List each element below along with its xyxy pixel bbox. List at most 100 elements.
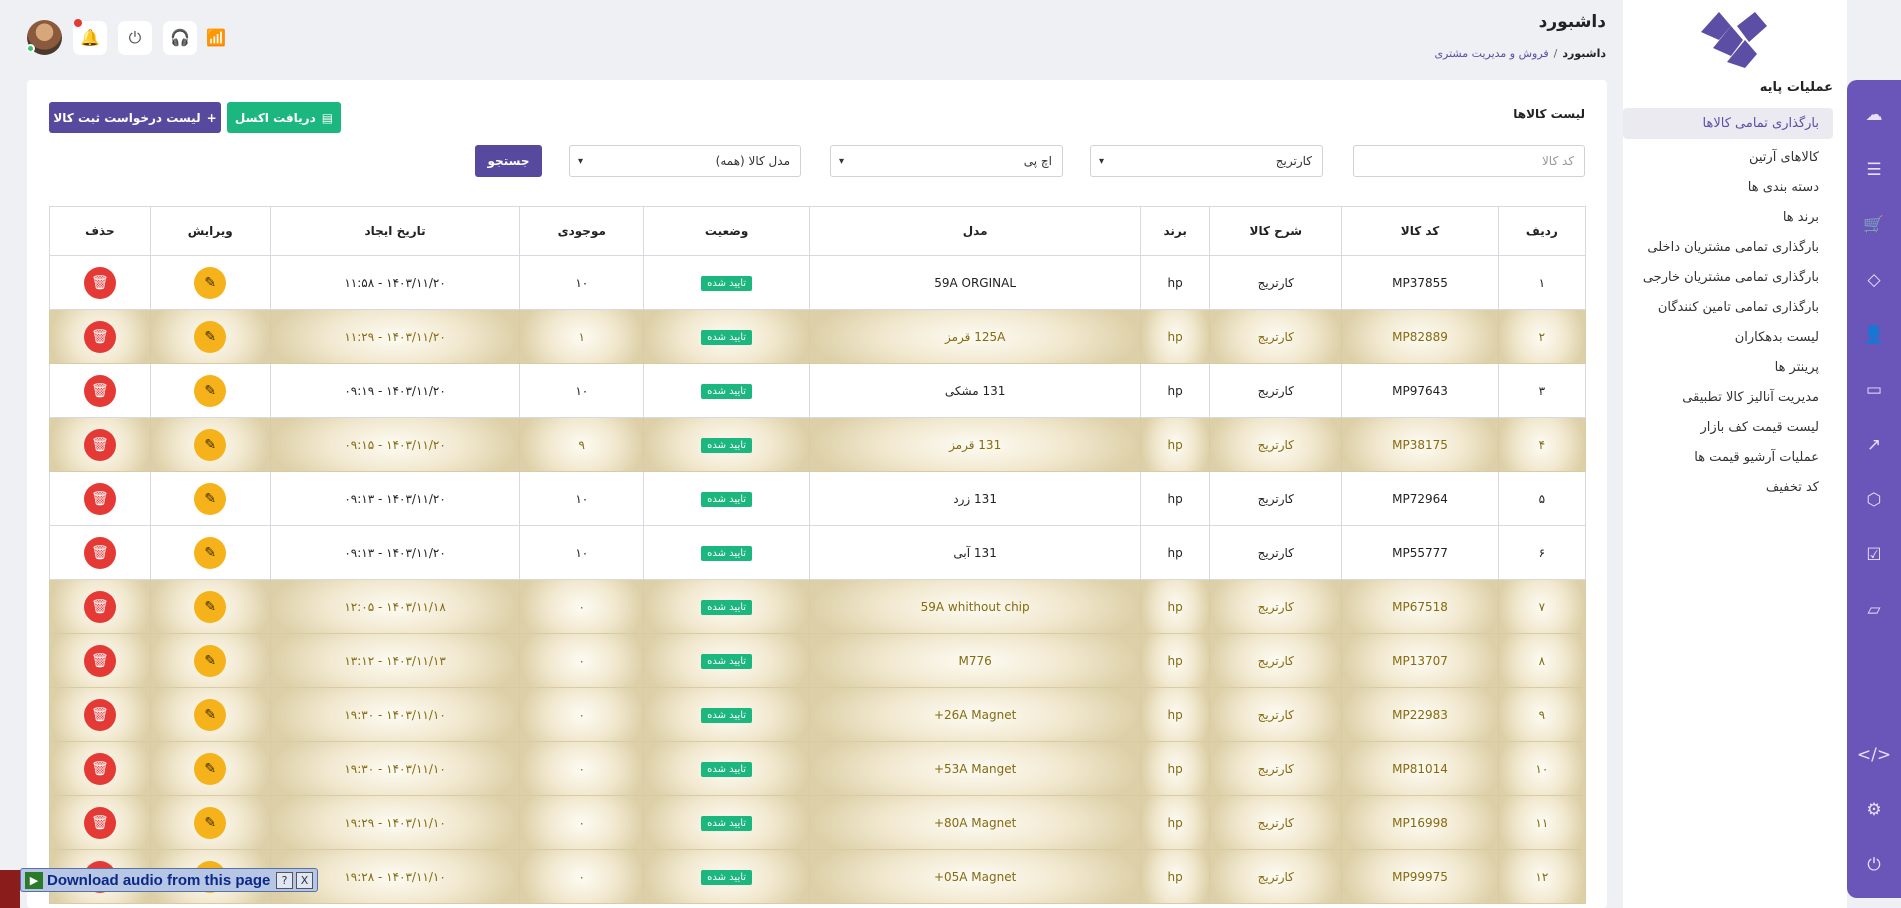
table-row: ۵ MP72964 کارتریج hp 131 زرد تایید شده ۱۰ ۱۴۰۳/… xyxy=(49,471,1587,526)
download-audio-label[interactable]: Download audio from this page xyxy=(47,872,273,889)
cell-status: تایید شده xyxy=(643,471,811,526)
cell-model: 131 قرمز xyxy=(809,417,1142,472)
trash-icon[interactable]: 🗑 xyxy=(83,752,116,785)
settings-icon[interactable]: ⚙ xyxy=(1847,795,1901,825)
edit-icon[interactable]: ✎ xyxy=(194,536,227,569)
cell-status: تایید شده xyxy=(643,795,811,850)
cell-model: 131 آبی xyxy=(809,525,1142,580)
sidebar-item-suppliers[interactable]: بارگذاری تمامی تامین کنندگان xyxy=(1623,297,1833,318)
model-select[interactable]: مدل کالا (همه) ▾ xyxy=(569,145,801,177)
trash-icon[interactable]: 🗑 xyxy=(83,428,116,461)
cell-edit: ✎ xyxy=(149,795,271,850)
status-badge: تایید شده xyxy=(701,761,753,777)
cell-brand: hp xyxy=(1140,849,1211,904)
breadcrumb-parent[interactable]: فروش و مدیریت مشتری xyxy=(1434,47,1548,60)
edit-icon[interactable]: ✎ xyxy=(194,644,227,677)
trash-icon[interactable]: 🗑 xyxy=(83,482,116,515)
sidebar-item-debtors[interactable]: لیست بدهکاران xyxy=(1623,327,1833,348)
excel-export-button[interactable]: دریافت اکسل ▤ xyxy=(227,102,341,133)
search-button[interactable]: جستجو xyxy=(475,145,542,177)
edit-icon[interactable]: ✎ xyxy=(194,374,227,407)
col-header-delete: حذف xyxy=(49,206,151,256)
sidebar-item-foreign-customers[interactable]: بارگذاری تمامی مشتریان خارجی xyxy=(1623,267,1833,288)
user-icon[interactable]: 👤 xyxy=(1847,320,1901,350)
col-header-description: شرح کالا xyxy=(1209,206,1343,256)
edit-icon[interactable]: ✎ xyxy=(194,752,227,785)
cell-row-number: ۸ xyxy=(1497,633,1587,688)
trash-icon[interactable]: 🗑 xyxy=(83,266,116,299)
cell-row-number: ۴ xyxy=(1497,417,1587,472)
trash-icon[interactable]: 🗑 xyxy=(83,644,116,677)
edit-icon[interactable]: ✎ xyxy=(194,482,227,515)
cell-status: تایید شده xyxy=(643,579,811,634)
cube-icon[interactable]: ◇ xyxy=(1847,265,1901,295)
edit-icon[interactable]: ✎ xyxy=(194,590,227,623)
cell-row-number: ۶ xyxy=(1497,525,1587,580)
power-button[interactable]: ⏻ xyxy=(118,20,152,55)
col-header-created-date: تاریخ ایجاد xyxy=(269,206,521,256)
col-header-stock: موجودی xyxy=(519,206,645,256)
product-code-placeholder: کد کالا xyxy=(1541,154,1574,168)
cell-status: تایید شده xyxy=(643,417,811,472)
cell-description: کارتریج xyxy=(1209,687,1343,742)
cart-icon[interactable]: 🛒 xyxy=(1847,210,1901,240)
sidebar-item-domestic-customers[interactable]: بارگذاری تمامی مشتریان داخلی xyxy=(1623,237,1833,258)
sidebar-item-comparative-analysis[interactable]: مدیریت آنالیز کالا تطبیقی xyxy=(1623,387,1833,408)
cell-edit: ✎ xyxy=(149,579,271,634)
help-icon[interactable]: ? xyxy=(276,871,293,889)
edit-icon[interactable]: ✎ xyxy=(194,266,227,299)
table-row: ۲ MP82889 کارتریج hp 125A قرمز تایید شده ۱ ۱۴۰۳… xyxy=(49,309,1587,364)
breadcrumb-current[interactable]: داشبورد xyxy=(1562,47,1606,60)
trash-icon[interactable]: 🗑 xyxy=(83,374,116,407)
power-icon[interactable]: ⏻ xyxy=(1847,850,1901,880)
cell-code: MP82889 xyxy=(1341,309,1499,364)
cell-stock: ۰ xyxy=(519,579,645,634)
cell-model: 125A قرمز xyxy=(809,309,1142,364)
table-row: ۷ MP67518 کارتریج hp 59A whithout chip تایید … xyxy=(49,579,1587,634)
sidebar-item-price-archive[interactable]: عملیات آرشیو قیمت ها xyxy=(1623,447,1833,468)
sidebar-item-printers[interactable]: پرینتر ها xyxy=(1623,357,1833,378)
brand-select[interactable]: اچ پی ▾ xyxy=(830,145,1063,177)
trash-icon[interactable]: 🗑 xyxy=(83,698,116,731)
message-icon[interactable]: ▭ xyxy=(1847,375,1901,405)
folder-icon[interactable]: ▱ xyxy=(1847,595,1901,625)
sidebar-item-brands[interactable]: برند ها xyxy=(1623,207,1833,228)
cell-model: 131 مشکی xyxy=(809,363,1142,418)
product-code-input[interactable]: کد کالا xyxy=(1353,145,1585,177)
external-link-icon[interactable]: ↗ xyxy=(1847,430,1901,460)
list-icon[interactable]: ☰ xyxy=(1847,155,1901,185)
table-row: ۹ MP22983 کارتریج hp 26A Magnet+ تایید شده ۰ ۱۴… xyxy=(49,687,1587,742)
notifications-button[interactable]: 🔔 xyxy=(73,18,107,55)
box-icon[interactable]: ⬡ xyxy=(1847,485,1901,515)
sidebar-item-artin-products[interactable]: کالاهای آرتین xyxy=(1623,147,1833,168)
sidebar: عملیات پایه بارگذاری تمامی کالاها کالاها… xyxy=(1623,0,1847,908)
trash-icon[interactable]: 🗑 xyxy=(83,536,116,569)
trash-icon[interactable]: 🗑 xyxy=(83,320,116,353)
dashboard-icon[interactable]: ☁ xyxy=(1847,100,1901,130)
download-audio-widget[interactable]: ▶ Download audio from this page ? X xyxy=(20,868,318,892)
support-button[interactable]: 🎧 xyxy=(163,20,197,55)
avatar[interactable] xyxy=(26,20,62,55)
close-icon[interactable]: X xyxy=(296,871,313,889)
code-icon[interactable]: </> xyxy=(1847,740,1901,770)
sidebar-item-all-products[interactable]: بارگذاری تمامی کالاها xyxy=(1623,108,1833,139)
trash-icon[interactable]: 🗑 xyxy=(83,590,116,623)
edit-icon[interactable]: ✎ xyxy=(194,698,227,731)
col-header-row-number: ردیف xyxy=(1497,206,1587,256)
sidebar-item-discount-code[interactable]: کد تخفیف xyxy=(1623,477,1833,498)
cell-brand: hp xyxy=(1140,525,1211,580)
product-type-select[interactable]: کارتریج ▾ xyxy=(1090,145,1323,177)
check-square-icon[interactable]: ☑ xyxy=(1847,540,1901,570)
cell-stock: ۰ xyxy=(519,741,645,796)
edit-icon[interactable]: ✎ xyxy=(194,428,227,461)
cell-brand: hp xyxy=(1140,363,1211,418)
sidebar-item-floor-price-list[interactable]: لیست قیمت کف بازار xyxy=(1623,417,1833,438)
trash-icon[interactable]: 🗑 xyxy=(83,806,116,839)
wifi-icon: 📶 xyxy=(206,28,226,47)
edit-icon[interactable]: ✎ xyxy=(194,320,227,353)
edit-icon[interactable]: ✎ xyxy=(194,806,227,839)
sidebar-item-categories[interactable]: دسته بندی ها xyxy=(1623,177,1833,198)
status-badge: تایید شده xyxy=(701,437,753,453)
product-request-list-button[interactable]: لیست درخواست ثبت کالا + xyxy=(49,102,221,133)
cell-status: تایید شده xyxy=(643,309,811,364)
